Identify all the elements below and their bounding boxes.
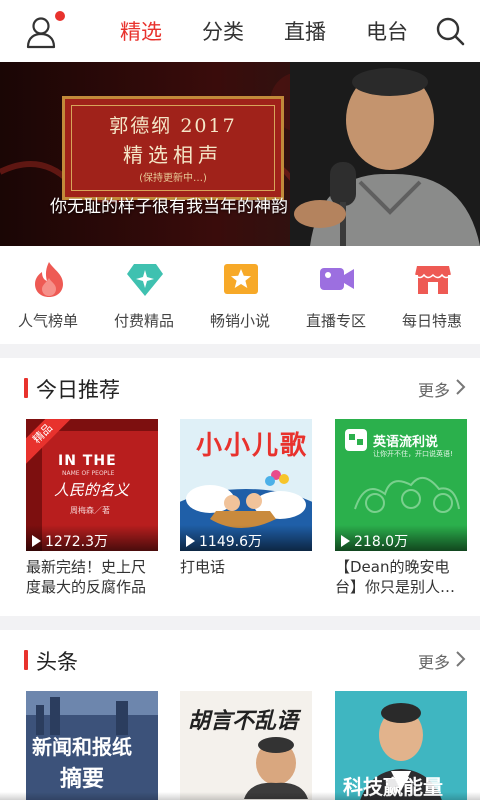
entry-bestselling-novels[interactable]: 畅销小说 <box>192 246 288 344</box>
cover-title: 小小儿歌 <box>196 431 309 461</box>
tab-live[interactable]: 直播 <box>264 0 346 62</box>
quick-entries: 人气榜单 付费精品 畅销小说 直播专区 每日特惠 <box>0 246 480 344</box>
chevron-right-icon[interactable] <box>454 650 466 668</box>
play-count: 218.0万 <box>335 525 467 551</box>
section-header: 今日推荐 更多 <box>0 358 480 416</box>
entry-label: 每日特惠 <box>401 312 462 330</box>
banner-subtitle: (保持更新中…) <box>139 173 207 184</box>
entry-live-zone[interactable]: 直播专区 <box>288 246 384 344</box>
cover-title: 英语流利说 <box>373 435 439 450</box>
more-link[interactable]: 更多 <box>418 377 450 401</box>
tab-categories[interactable]: 分类 <box>182 0 264 62</box>
entry-paid-premium[interactable]: 付费精品 <box>96 246 192 344</box>
flame-icon <box>35 262 63 297</box>
star-book-icon <box>224 264 258 294</box>
banner-caption: 你无耻的样子很有我当年的神韵 <box>50 197 288 217</box>
chevron-right-icon[interactable] <box>454 378 466 396</box>
play-count-value: 1149.6万 <box>199 534 262 550</box>
section-today-recommend: 今日推荐 更多 IN THE NAME OF PEOPLE 人民的名义 周梅森／… <box>0 358 480 616</box>
play-icon <box>341 535 350 547</box>
section-title: 头条 <box>36 650 78 674</box>
album-cover: 胡言不乱语 <box>180 691 312 800</box>
app-root: 精选 分类 直播 电台 郭德纲 2017 精选相声 (保持更新中…) 你无耻的样… <box>0 0 480 800</box>
tab-radio[interactable]: 电台 <box>346 0 428 62</box>
entry-label: 人气榜单 <box>17 312 78 330</box>
section-headlines: 头条 更多 新闻和报纸 摘要 胡言不乱语 科技赢能量 <box>0 630 480 800</box>
album-cover: 小小儿歌 1149.6万 <box>180 419 312 551</box>
entry-label: 付费精品 <box>113 312 174 330</box>
album-cover: 英语流利说 让你开不住，开口说英语! 218.0万 <box>335 419 467 551</box>
cover-text-en-sub: NAME OF PEOPLE <box>62 470 115 477</box>
cover-subtitle: 让你开不住，开口说英语! <box>373 450 453 458</box>
play-count-value: 1272.3万 <box>45 534 108 550</box>
host-portrait <box>244 737 308 799</box>
user-icon[interactable] <box>24 15 58 49</box>
play-icon <box>32 535 41 547</box>
video-camera-icon <box>320 268 354 290</box>
cover-author: 周梅森／著 <box>70 506 110 515</box>
tab-bar: 精选 分类 直播 电台 <box>100 0 428 62</box>
cover-title-line1: 新闻和报纸 <box>32 735 132 759</box>
album-title: 【Dean的晚安电台】你只是别人… <box>335 558 456 596</box>
play-count: 1272.3万 <box>26 525 158 551</box>
section-title: 今日推荐 <box>36 378 120 402</box>
cover-title-line2: 摘要 <box>60 767 105 792</box>
more-link[interactable]: 更多 <box>418 649 450 673</box>
section-accent-bar <box>24 378 28 398</box>
album-cover: 科技赢能量 <box>335 691 467 800</box>
banner-title-line1: 郭德纲 2017 <box>109 115 237 137</box>
diamond-icon <box>127 264 163 296</box>
cover-title: 胡言不乱语 <box>188 708 299 734</box>
album-cover: 新闻和报纸 摘要 <box>26 691 158 800</box>
entry-label: 直播专区 <box>305 312 366 330</box>
tab-featured[interactable]: 精选 <box>100 0 182 62</box>
entry-daily-deals[interactable]: 每日特惠 <box>384 246 480 344</box>
cover-text-cn: 人民的名义 <box>54 481 130 499</box>
banner-title-line2: 精选相声 <box>123 143 223 167</box>
performer-photo <box>290 62 480 246</box>
play-icon <box>186 535 195 547</box>
bottom-edge-shadow <box>0 792 480 800</box>
section-accent-bar <box>24 650 28 670</box>
entry-popular-chart[interactable]: 人气榜单 <box>0 246 96 344</box>
section-header: 头条 更多 <box>0 630 480 688</box>
cover-text-en: IN THE <box>58 453 117 469</box>
play-count-value: 218.0万 <box>354 534 409 550</box>
entry-label: 畅销小说 <box>209 312 270 330</box>
notification-dot <box>55 11 65 21</box>
play-count: 1149.6万 <box>180 525 312 551</box>
album-cover: IN THE NAME OF PEOPLE 人民的名义 周梅森／著 精品 127… <box>26 419 158 551</box>
album-title: 打电话 <box>180 558 226 576</box>
shop-icon <box>414 266 452 294</box>
album-title: 最新完结！史上尺度最大的反腐作品 <box>26 558 147 596</box>
top-nav: 精选 分类 直播 电台 <box>0 0 480 62</box>
promo-banner[interactable]: 郭德纲 2017 精选相声 (保持更新中…) 你无耻的样子很有我当年的神韵 <box>0 62 480 246</box>
search-icon[interactable] <box>434 15 466 47</box>
banner-title-frame: 郭德纲 2017 精选相声 (保持更新中…) <box>62 96 284 200</box>
